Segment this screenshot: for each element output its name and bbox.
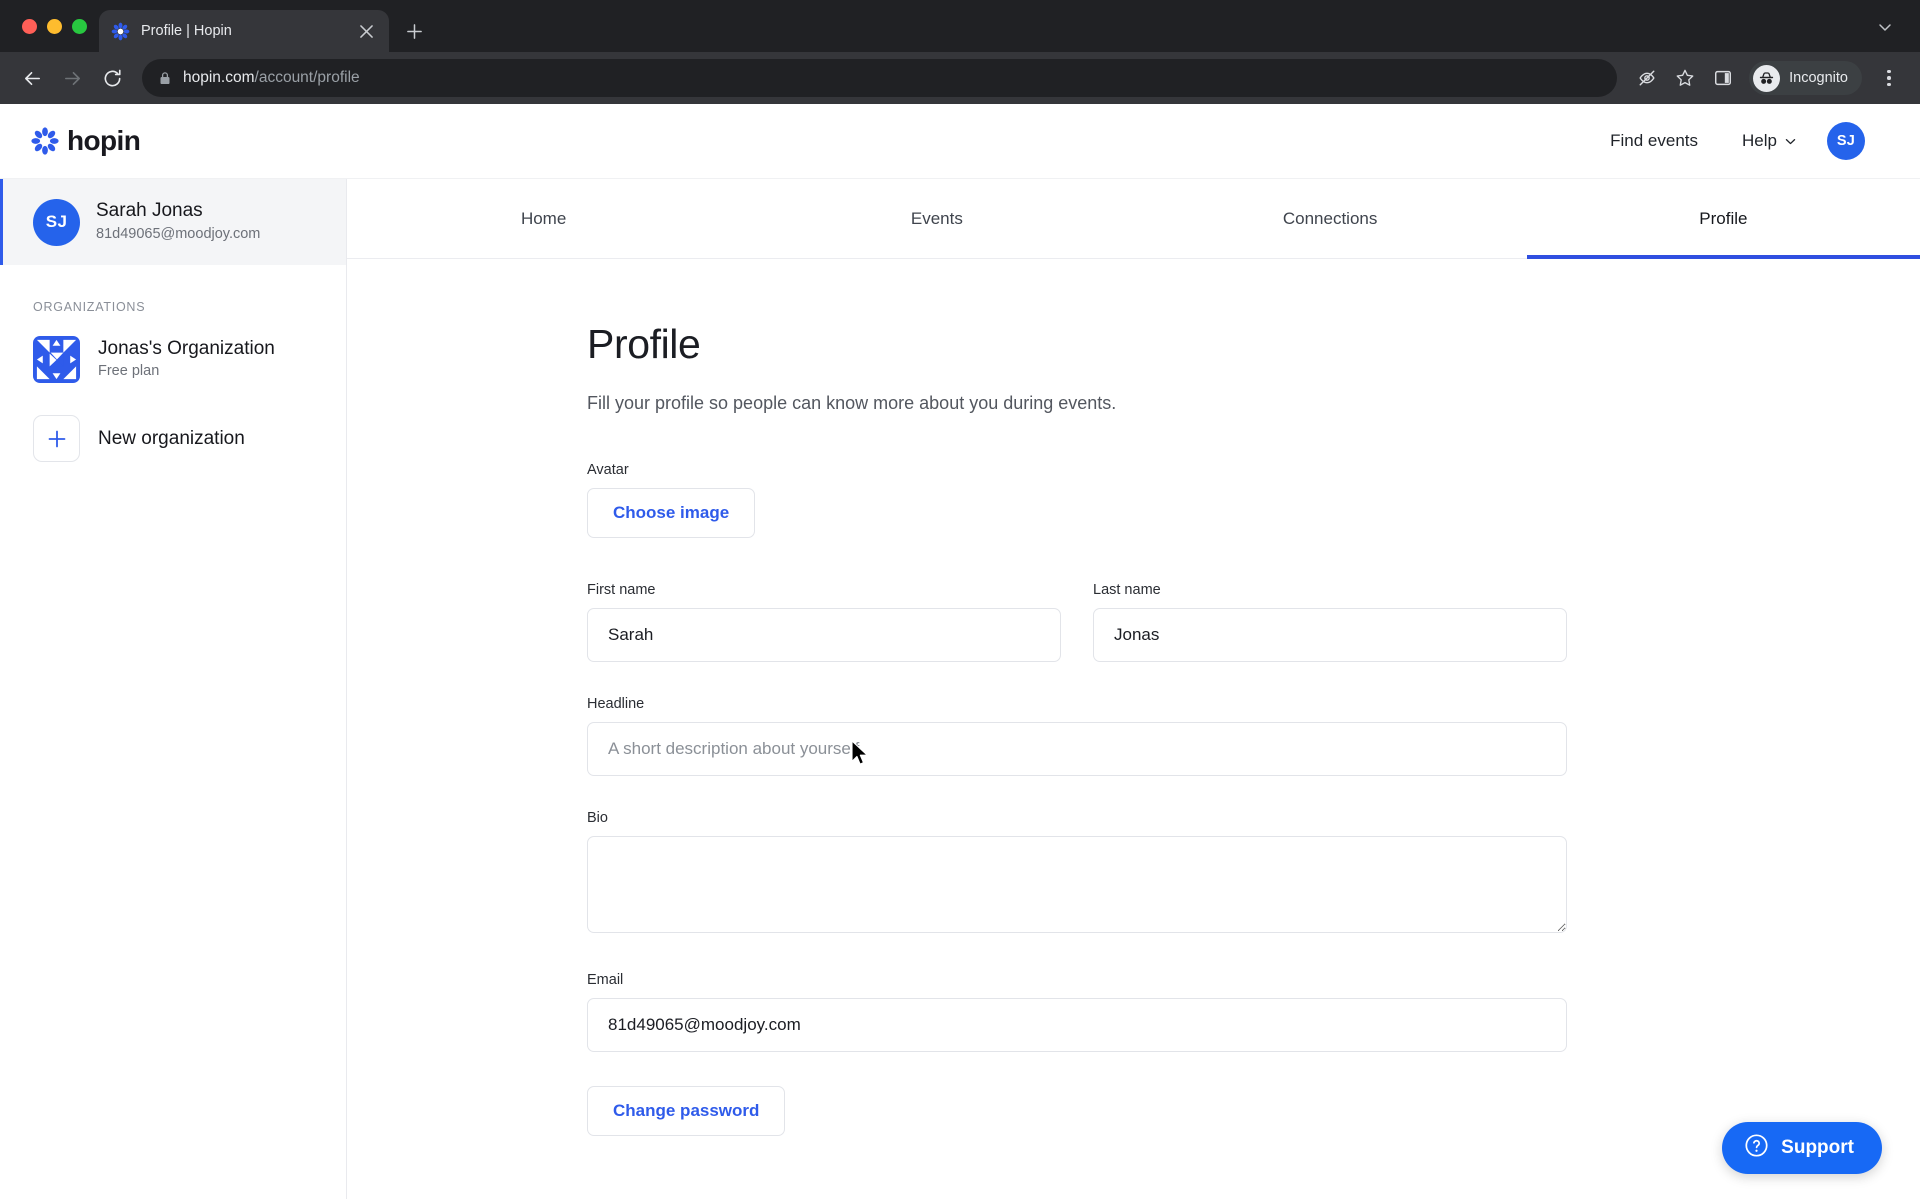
new-organization-label: New organization: [98, 427, 245, 449]
email-label: Email: [587, 972, 624, 988]
tab-events-label: Events: [910, 208, 963, 228]
user-name: Sarah Jonas: [96, 200, 203, 222]
browser-tab[interactable]: Profile | Hopin: [99, 10, 389, 52]
address-bar-url: hopin.com/account/profile: [183, 69, 360, 87]
change-password-button[interactable]: Change password: [587, 1086, 786, 1136]
sidebar-section-label: ORGANIZATIONS: [33, 300, 146, 314]
first-name-label: First name: [587, 582, 656, 598]
page-title: Profile: [587, 321, 701, 367]
toolbar-icons: [1629, 60, 1741, 96]
content-tabs: Home Events Connections Profile: [347, 179, 1920, 259]
minimize-window-button[interactable]: [47, 18, 62, 34]
back-arrow-icon[interactable]: [14, 60, 50, 96]
headline-field: Headline: [587, 696, 1567, 776]
sidebar: SJ Sarah Jonas 81d49065@moodjoy.com ORGA…: [0, 179, 347, 1199]
page-subtitle: Fill your profile so people can know mor…: [587, 393, 1117, 413]
star-icon[interactable]: [1667, 60, 1703, 96]
reload-icon[interactable]: [94, 60, 130, 96]
browser-toolbar: hopin.com/account/profile Incognito: [0, 52, 1920, 104]
maximize-window-button[interactable]: [72, 18, 87, 34]
address-bar[interactable]: hopin.com/account/profile: [142, 59, 1618, 97]
support-label: Support: [1781, 1137, 1854, 1158]
user-meta: Sarah Jonas 81d49065@moodjoy.com: [96, 199, 260, 245]
tab-events[interactable]: Events: [740, 179, 1133, 258]
avatar-field: Avatar Choose image: [587, 462, 1567, 538]
profile-content: Profile Fill your profile so people can …: [347, 259, 1920, 1136]
hopin-logo-text: hopin: [67, 125, 141, 156]
org-plan: Free plan: [98, 363, 160, 380]
close-icon[interactable]: [355, 20, 377, 42]
last-name-field: Last name: [1093, 582, 1567, 662]
header-avatar[interactable]: SJ: [1827, 122, 1865, 160]
question-circle-icon: [1744, 1133, 1769, 1164]
sidebar-item-organization[interactable]: Jonas's Organization Free plan: [0, 314, 346, 405]
first-name-input[interactable]: [587, 608, 1061, 662]
help-menu[interactable]: Help: [1742, 131, 1797, 151]
choose-image-button[interactable]: Choose image: [587, 488, 756, 538]
forward-arrow-icon[interactable]: [54, 60, 90, 96]
org-name: Jonas's Organization: [98, 337, 275, 359]
first-name-field: First name: [587, 582, 1061, 662]
help-label: Help: [1742, 131, 1777, 150]
bio-label: Bio: [587, 810, 608, 826]
find-events-label: Find events: [1610, 131, 1699, 150]
name-row: First name Last name: [587, 582, 1567, 662]
tab-connections[interactable]: Connections: [1134, 179, 1527, 258]
avatar-label: Avatar: [587, 462, 629, 478]
headline-input[interactable]: [587, 722, 1567, 776]
headline-label: Headline: [587, 696, 645, 712]
find-events-link[interactable]: Find events: [1610, 131, 1698, 151]
hopin-pinwheel-icon: [30, 126, 60, 156]
user-email: 81d49065@moodjoy.com: [96, 225, 261, 242]
chevron-down-icon: [1784, 135, 1797, 148]
header-nav: Find events Help: [1610, 131, 1797, 151]
side-panel-icon[interactable]: [1705, 60, 1741, 96]
org-meta: Jonas's Organization Free plan: [98, 337, 275, 383]
page-body: SJ Sarah Jonas 81d49065@moodjoy.com ORGA…: [0, 179, 1920, 1199]
org-identicon: [33, 336, 80, 383]
browser-tab-title: Profile | Hopin: [141, 23, 232, 39]
browser-window: Profile | Hopin hopin.com/account/profil…: [0, 0, 1920, 1200]
incognito-badge[interactable]: Incognito: [1749, 61, 1862, 95]
tab-profile[interactable]: Profile: [1526, 179, 1920, 259]
email-input[interactable]: [587, 998, 1567, 1052]
tab-connections-label: Connections: [1282, 208, 1378, 228]
app-header: hopin Find events Help SJ: [0, 104, 1920, 179]
window-traffic-lights: [14, 0, 99, 52]
bio-textarea[interactable]: [587, 836, 1567, 933]
kebab-menu-icon[interactable]: [1872, 61, 1906, 95]
avatar: SJ: [33, 198, 80, 246]
chevron-down-icon[interactable]: [1872, 14, 1898, 40]
url-path: /account/profile: [254, 69, 360, 86]
tab-home[interactable]: Home: [347, 179, 740, 258]
url-domain: hopin.com: [183, 69, 255, 86]
profile-form: Profile Fill your profile so people can …: [587, 321, 1567, 1136]
new-tab-button[interactable]: [397, 14, 431, 48]
sidebar-item-new-organization[interactable]: New organization: [0, 405, 346, 472]
tab-profile-label: Profile: [1699, 208, 1748, 228]
lock-icon: [158, 71, 173, 86]
close-window-button[interactable]: [22, 18, 37, 34]
hopin-logo[interactable]: hopin: [30, 125, 141, 157]
incognito-label: Incognito: [1789, 70, 1848, 86]
hopin-favicon: [111, 22, 130, 41]
incognito-icon: [1753, 64, 1781, 92]
email-field: Email: [587, 972, 1567, 1052]
tab-home-label: Home: [520, 208, 567, 228]
main-content: Home Events Connections Profile Profile …: [347, 179, 1920, 1199]
web-page: hopin Find events Help SJ SJ Sarah Jonas…: [0, 104, 1920, 1200]
sidebar-item-user[interactable]: SJ Sarah Jonas 81d49065@moodjoy.com: [0, 179, 346, 265]
last-name-input[interactable]: [1093, 608, 1567, 662]
bio-field: Bio: [587, 810, 1567, 938]
eye-off-icon[interactable]: [1629, 60, 1665, 96]
plus-icon: [33, 415, 80, 462]
browser-tabstrip: Profile | Hopin: [0, 0, 1920, 52]
support-button[interactable]: Support: [1722, 1122, 1882, 1174]
change-password-block: Change password: [587, 1086, 1567, 1136]
last-name-label: Last name: [1093, 582, 1161, 598]
